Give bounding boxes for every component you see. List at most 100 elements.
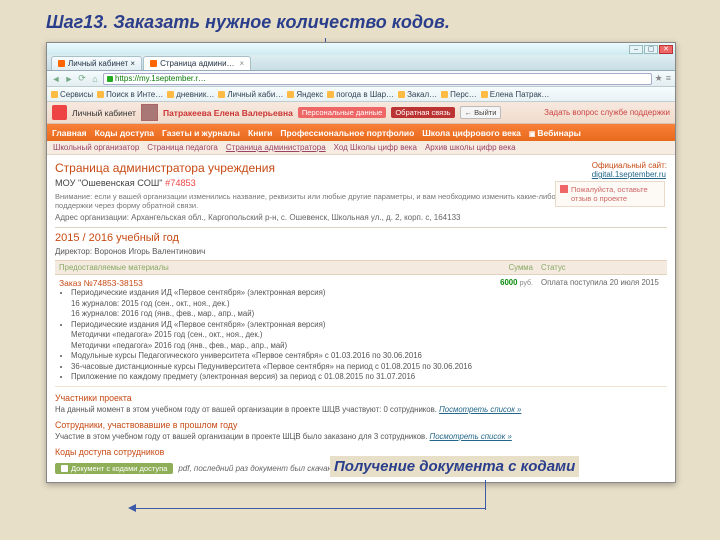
- subnav-item[interactable]: Ход Школы цифр века: [334, 143, 417, 152]
- nav-portfolio[interactable]: Профессиональное портфолио: [280, 128, 414, 138]
- year-title: 2015 / 2016 учебный год: [55, 232, 667, 244]
- tab-label: Личный кабинет ×: [68, 59, 135, 68]
- section-heading: Сотрудники, участвовавшие в прошлом году: [55, 420, 667, 430]
- address-tools: ★ ≡: [655, 73, 671, 84]
- nav-school[interactable]: Школа цифрового века: [422, 128, 521, 138]
- order-items-list: Периодические издания ИД «Первое сентябр…: [71, 288, 483, 383]
- bookmark-item[interactable]: Закал…: [398, 90, 437, 99]
- list-item: Периодические издания ИД «Первое сентябр…: [71, 320, 483, 352]
- browser-window: – ▢ ✕ Личный кабинет × Страница админи… …: [46, 42, 676, 483]
- site-icon: [167, 91, 174, 98]
- page-title: Страница администратора учреждения: [55, 161, 275, 175]
- participants-section: Участники проекта На данный момент в это…: [55, 393, 667, 414]
- order-status: Оплата поступила 20 июля 2015: [537, 275, 667, 387]
- bookmark-item[interactable]: Елена Патрак…: [481, 90, 550, 99]
- feedback-button[interactable]: Обратная связь: [391, 107, 454, 118]
- nav-forward-icon[interactable]: ►: [64, 74, 74, 84]
- download-codes-button[interactable]: Документ с кодами доступа: [55, 463, 173, 474]
- bookmark-label: Яндекс: [296, 90, 323, 99]
- site-icon: [287, 91, 294, 98]
- bookmark-label: Перс…: [450, 90, 477, 99]
- section-text: На данный момент в этом учебном году от …: [55, 405, 667, 414]
- bookmark-item[interactable]: дневник…: [167, 90, 214, 99]
- col-sum: Сумма: [487, 261, 537, 275]
- url-input[interactable]: https://my.1september.r…: [103, 73, 652, 85]
- year-block: 2015 / 2016 учебный год Директор: Вороно…: [55, 227, 667, 387]
- page-body: Личный кабинет Патракеева Елена Валерьев…: [47, 102, 675, 482]
- folder-icon: [97, 91, 104, 98]
- order-number: Заказ №74853-38153: [59, 278, 483, 288]
- favicon-icon: [58, 60, 65, 67]
- bookmark-label: погода в Шар…: [336, 90, 394, 99]
- bookmark-label: Личный каби…: [227, 90, 283, 99]
- browser-tab[interactable]: Личный кабинет ×: [51, 56, 142, 70]
- col-status: Статус: [537, 261, 667, 275]
- bookmark-item[interactable]: Личный каби…: [218, 90, 283, 99]
- nav-home-icon[interactable]: ⌂: [90, 74, 100, 84]
- feedback-widget[interactable]: Пожалуйста, оставьте отзыв о проекте: [555, 181, 665, 207]
- bookmark-item[interactable]: Яндекс: [287, 90, 323, 99]
- nav-newspapers[interactable]: Газеты и журналы: [162, 128, 240, 138]
- nav-back-icon[interactable]: ◄: [51, 74, 61, 84]
- download-label: Документ с кодами доступа: [71, 464, 167, 473]
- user-name: Патракеева Елена Валерьевна: [163, 108, 293, 118]
- window-max-button[interactable]: ▢: [644, 45, 658, 54]
- bookmarks-bar: Сервисы Поиск в Инте… дневник… Личный ка…: [47, 87, 675, 102]
- view-list-link[interactable]: Посмотреть список »: [430, 432, 512, 441]
- bookmark-label: Сервисы: [60, 90, 93, 99]
- avatar: [141, 104, 158, 121]
- bookmark-label: дневник…: [176, 90, 214, 99]
- org-text: МОУ "Ошевенская СОШ": [55, 178, 165, 188]
- order-price: 6000 руб.: [487, 275, 537, 387]
- close-tab-icon[interactable]: ×: [240, 59, 245, 68]
- bookmark-item[interactable]: Поиск в Инте…: [97, 90, 163, 99]
- nav-codes[interactable]: Коды доступа: [95, 128, 154, 138]
- support-link[interactable]: Задать вопрос службе поддержки: [544, 108, 670, 117]
- window-close-button[interactable]: ✕: [659, 45, 673, 54]
- sub-nav: Школьный организатор Страница педагога С…: [47, 141, 675, 155]
- section-heading: Участники проекта: [55, 393, 667, 403]
- bookmark-label: Поиск в Инте…: [106, 90, 163, 99]
- browser-menu-icon[interactable]: ≡: [666, 73, 671, 84]
- subnav-item[interactable]: Страница педагога: [147, 143, 218, 152]
- browser-tab-active[interactable]: Страница админи… ×: [143, 56, 251, 70]
- view-list-link[interactable]: Посмотреть список »: [439, 405, 521, 414]
- bookmark-item[interactable]: погода в Шар…: [327, 90, 394, 99]
- address-bar: ◄ ► ⟳ ⌂ https://my.1september.r… ★ ≡: [47, 71, 675, 87]
- nav-reload-icon[interactable]: ⟳: [77, 74, 87, 84]
- bookmark-star-icon[interactable]: ★: [655, 73, 663, 84]
- callout-arrow-icon: [128, 504, 136, 512]
- official-site-box: Официальный сайт: digital.1september.ru: [592, 161, 667, 179]
- site-icon: [441, 91, 448, 98]
- bookmark-item[interactable]: Сервисы: [51, 90, 93, 99]
- list-item: Периодические издания ИД «Первое сентябр…: [71, 288, 483, 320]
- personal-data-button[interactable]: Персональные данные: [298, 107, 387, 118]
- section-text: Участие в этом учебном году от вашей орг…: [55, 432, 667, 441]
- list-item: Приложение по каждому предмету (электрон…: [71, 372, 483, 383]
- feedback-text: Пожалуйста, оставьте отзыв о проекте: [571, 185, 660, 203]
- site-logo-icon: [52, 105, 67, 120]
- logout-button[interactable]: ← Выйти: [460, 106, 502, 119]
- prev-year-section: Сотрудники, участвовавшие в прошлом году…: [55, 420, 667, 441]
- nav-webinars[interactable]: Вебинары: [529, 128, 581, 138]
- bookmark-item[interactable]: Перс…: [441, 90, 477, 99]
- callout-line-bot-v: [485, 480, 486, 510]
- window-min-button[interactable]: –: [629, 45, 643, 54]
- bookmark-label: Елена Патрак…: [490, 90, 550, 99]
- subnav-item[interactable]: Школьный организатор: [53, 143, 139, 152]
- browser-tabstrip: Личный кабинет × Страница админи… ×: [47, 55, 675, 71]
- site-icon: [481, 91, 488, 98]
- list-item: Модульные курсы Педагогического универси…: [71, 351, 483, 362]
- subnav-item-active[interactable]: Страница администратора: [226, 143, 326, 152]
- subnav-item[interactable]: Архив школы цифр века: [425, 143, 516, 152]
- apps-icon: [51, 91, 58, 98]
- director-line: Директор: Воронов Игорь Валентинович: [55, 247, 667, 256]
- site-link[interactable]: digital.1september.ru: [592, 170, 667, 179]
- heart-icon: [560, 185, 568, 193]
- favicon-icon: [150, 60, 157, 67]
- nav-books[interactable]: Книги: [248, 128, 272, 138]
- org-number: #74853: [165, 178, 196, 188]
- callout-line-bot-h: [135, 508, 485, 509]
- nav-main[interactable]: Главная: [52, 128, 87, 138]
- document-icon: [61, 465, 68, 472]
